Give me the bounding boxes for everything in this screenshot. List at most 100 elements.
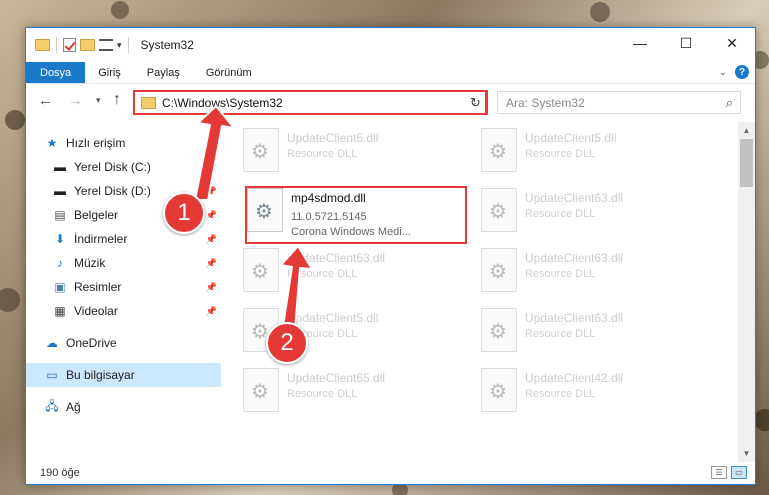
tab-home[interactable]: Giriş [85,62,134,83]
search-icon[interactable]: ⌕ [726,95,733,111]
music-icon: ♪ [57,256,63,270]
sidebar-item-label: İndirmeler [74,232,128,246]
forward-arrow-icon[interactable]: → [68,92,83,109]
address-path[interactable]: C:\Windows\System32 [162,96,463,110]
documents-icon: ▤ [54,208,66,222]
vertical-scrollbar[interactable]: ▲ ▼ [738,122,755,462]
back-arrow-icon[interactable]: ← [38,92,53,109]
file-name: UpdateClient63.dll [525,191,624,205]
scroll-down-icon[interactable]: ▼ [738,445,755,462]
address-bar[interactable]: C:\Windows\System32 ⌄ [133,90,487,115]
sidebar-item-videos[interactable]: ▦ Videolar 📌 [26,299,221,323]
expand-ribbon-icon[interactable]: ⌄ [719,67,727,78]
star-icon: ★ [46,136,58,150]
video-icon: ▦ [54,304,66,318]
file-item[interactable]: UpdateClient5.dll Resource DLL [481,128,711,186]
file-description: Resource DLL [525,268,596,280]
highlight-box [245,186,467,244]
file-description: Resource DLL [287,148,358,160]
sidebar-item-pictures[interactable]: ▣ Resimler 📌 [26,275,221,299]
dll-file-icon [481,128,517,172]
search-placeholder: Ara: System32 [506,95,585,110]
dll-file-icon [481,308,517,352]
pin-icon[interactable]: 📌 [206,210,217,221]
file-item[interactable]: UpdateClient42.dll Resource DLL [481,368,711,426]
help-icon[interactable]: ? [735,65,749,79]
pin-icon[interactable]: 📌 [206,162,217,173]
file-item[interactable]: UpdateClient5.dll Resource DLL [243,128,473,186]
sidebar-item-music[interactable]: ♪ Müzik 📌 [26,251,221,275]
tab-file[interactable]: Dosya [26,62,86,83]
sidebar-item-onedrive[interactable]: ☁ OneDrive [26,331,221,355]
file-list: UpdateClient5.dll Resource DLL UpdateCli… [221,122,755,462]
window-controls: — ☐ ✕ [617,28,755,58]
download-icon: ⬇ [54,232,66,246]
drive-icon: ▬ [54,160,66,174]
sidebar-item-label: Yerel Disk (C:) [74,160,151,174]
status-bar: 190 öğe ☰ ▭ [26,462,755,484]
tab-view[interactable]: Görünüm [193,62,265,83]
sidebar-item-label: Müzik [74,256,106,270]
cloud-icon: ☁ [46,336,58,350]
file-name: UpdateClient42.dll [525,371,624,385]
sidebar-item-quick-access[interactable]: ★ Hızlı erişim [26,131,221,155]
file-item[interactable]: UpdateClient63.dll Resource DLL [481,248,711,306]
file-name: UpdateClient63.dll [287,251,386,265]
ribbon-controls: ⌄ ? [719,65,749,79]
up-arrow-icon[interactable]: ↑ [113,91,121,109]
window-title: System32 [140,38,194,52]
dll-file-icon [243,368,279,412]
sidebar-item-network[interactable]: 🖧 Ağ [26,395,221,419]
file-description: Resource DLL [525,328,596,340]
pin-icon[interactable]: 📌 [206,306,217,317]
file-description: Resource DLL [525,388,596,400]
tab-share[interactable]: Paylaş [134,62,193,83]
large-icons-view-icon[interactable]: ▭ [731,466,747,479]
file-description: Resource DLL [525,208,596,220]
file-description: Resource DLL [287,268,358,280]
main-body: ★ Hızlı erişim ▬ Yerel Disk (C:) 📌 ▬ Yer… [26,122,755,462]
search-input[interactable]: Ara: System32 ⌕ [497,91,741,114]
maximize-icon[interactable]: ☐ [663,28,709,58]
drive-icon: ▬ [54,184,66,198]
folder-icon [141,96,156,109]
refresh-icon[interactable]: ↻ [465,90,488,115]
recent-locations-icon[interactable]: ▾ [96,95,101,106]
scroll-up-icon[interactable]: ▲ [738,122,755,139]
sidebar-item-local-disk-c[interactable]: ▬ Yerel Disk (C:) 📌 [26,155,221,179]
title-bar: ▾ System32 — ☐ ✕ [26,28,755,62]
dll-file-icon [243,248,279,292]
file-item[interactable]: UpdateClient65.dll Resource DLL [243,368,473,426]
pin-icon[interactable]: 📌 [206,186,217,197]
close-icon[interactable]: ✕ [709,28,755,58]
file-item[interactable]: UpdateClient63.dll Resource DLL [481,188,711,246]
pin-icon[interactable]: 📌 [206,282,217,293]
pin-icon[interactable]: 📌 [206,258,217,269]
file-name: UpdateClient5.dll [287,131,379,145]
properties-check-icon[interactable] [63,38,76,52]
customize-toolbar-dropdown-icon[interactable]: ▾ [117,40,122,51]
step-badge-1: 1 [163,192,205,234]
dll-file-icon [243,128,279,172]
sidebar-item-this-pc[interactable]: ▭ Bu bilgisayar [26,363,221,387]
new-folder-icon[interactable] [80,39,95,51]
scroll-thumb[interactable] [740,139,753,187]
file-name: UpdateClient5.dll [287,311,379,325]
sidebar-item-label: Videolar [74,304,118,318]
file-name: UpdateClient63.dll [525,251,624,265]
details-view-icon[interactable]: ☰ [711,466,727,479]
toolbar-divider [127,37,129,53]
dll-file-icon [481,188,517,232]
pictures-icon: ▣ [54,280,66,294]
minimize-icon[interactable]: — [617,28,663,58]
file-description: Resource DLL [287,388,358,400]
file-name: UpdateClient65.dll [287,371,386,385]
explorer-window: ▾ System32 — ☐ ✕ Dosya Giriş Paylaş Görü… [25,27,756,485]
quick-access-toolbar: ▾ [26,37,131,53]
file-item[interactable]: UpdateClient63.dll Resource DLL [243,248,473,306]
ribbon-tabs: Dosya Giriş Paylaş Görünüm ⌄ ? [26,62,755,84]
file-item[interactable]: UpdateClient63.dll Resource DLL [481,308,711,366]
pin-icon[interactable]: 📌 [206,234,217,245]
properties-icon[interactable] [99,39,113,51]
item-count: 190 öğe [40,467,80,479]
